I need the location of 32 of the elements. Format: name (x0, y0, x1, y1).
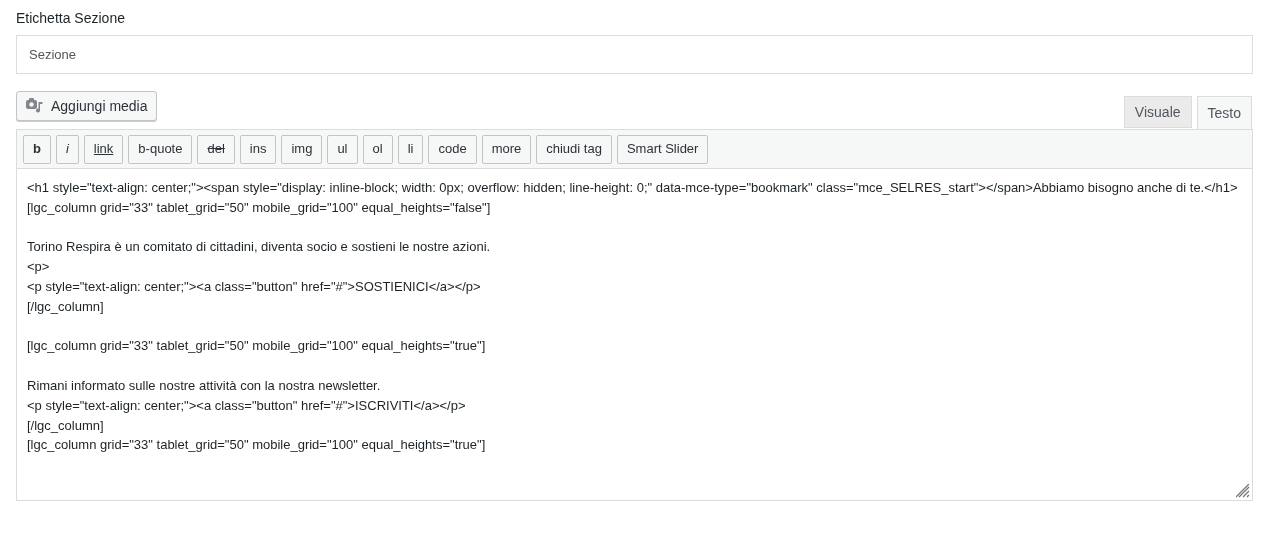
code-line: <p style="text-align: center;"><a class="button" href="#">SOSTIENICI</a></p> (27, 278, 482, 296)
code-line: <p style="text-align: center;"><a class="button" href="#">ISCRIVITI</a></p> (27, 396, 467, 415)
media-icon (25, 97, 45, 115)
format-button[interactable]: Smart Slider (616, 134, 709, 164)
format-button[interactable]: more (481, 134, 532, 164)
code-line: [/lgc_column] (27, 416, 105, 435)
section-input-field[interactable]: Sezione (16, 35, 1253, 74)
editor-tab[interactable]: Visuale (1123, 96, 1192, 128)
add-media-button[interactable]: Aggiungi media (16, 91, 157, 121)
format-button[interactable]: del (197, 134, 235, 164)
format-button[interactable]: ins (239, 134, 277, 164)
code-line: <h1 style="text-align: center;"><span style="display: inline-block; width: 0px; overflow: hidden; line-height: 0;" data-mce-type="bookmark" class="mce_SELRES_start"></span>Abbiamo bisogno anche di te.</h1> (27, 179, 1239, 197)
format-button[interactable]: ul (327, 134, 358, 164)
format-button[interactable]: i (55, 134, 79, 164)
editor-tab[interactable]: Testo (1196, 96, 1252, 129)
code-line: [lgc_column grid="33" tablet_grid="50" mobile_grid="100" equal_heights="true"] (27, 436, 487, 455)
format-button[interactable]: li (397, 134, 424, 164)
code-line: [/lgc_column] (27, 297, 105, 316)
format-button[interactable]: b (23, 134, 51, 164)
format-button[interactable]: chiudi tag (536, 134, 612, 164)
code-line: [lgc_column grid="33" tablet_grid="50" mobile_grid="100" equal_heights="false"] (27, 198, 492, 217)
format-button[interactable]: b-quote (128, 134, 193, 164)
resize-handle-icon[interactable] (1236, 484, 1250, 498)
format-button[interactable]: code (428, 134, 477, 164)
code-line: <p> (27, 258, 51, 277)
code-line: Torino Respira è un comitato di cittadini, diventa socio e sostieni le nostre azioni. (27, 238, 492, 257)
format-button[interactable]: img (281, 134, 323, 164)
field-label: Etichetta Sezione (16, 9, 126, 27)
code-line: Rimani informato sulle nostre attività con la nostra newsletter. (27, 376, 382, 395)
format-button[interactable]: ol (362, 134, 393, 164)
format-button[interactable]: link (83, 134, 124, 164)
code-line: [lgc_column grid="33" tablet_grid="50" mobile_grid="100" equal_heights="true"] (27, 337, 487, 356)
